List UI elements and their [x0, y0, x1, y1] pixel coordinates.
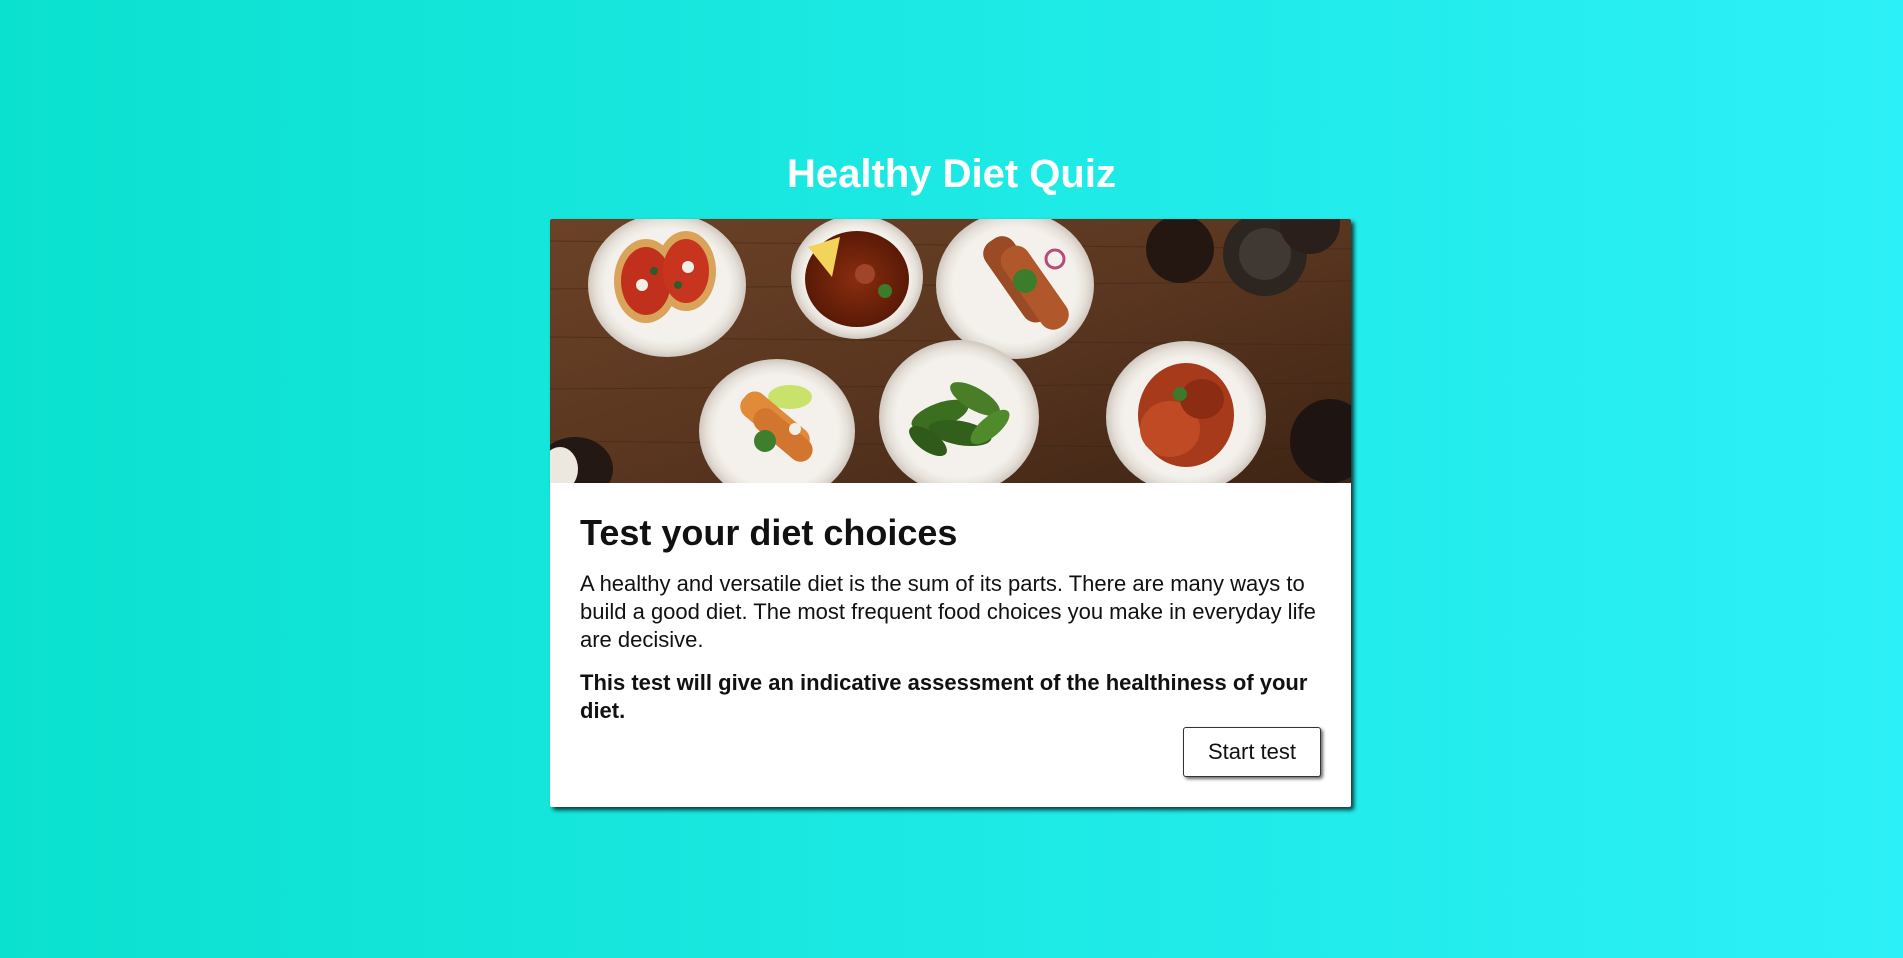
intro-paragraph: A healthy and versatile diet is the sum …: [580, 571, 1316, 652]
card-body: Test your diet choices A healthy and ver…: [580, 483, 1321, 725]
assessment-note: This test will give an indicative assess…: [580, 670, 1308, 723]
quiz-intro-card: Test your diet choices A healthy and ver…: [550, 219, 1351, 807]
start-test-button[interactable]: Start test: [1183, 727, 1321, 777]
hero-food-image: [550, 219, 1351, 483]
card-heading: Test your diet choices: [580, 512, 958, 553]
page-title: Healthy Diet Quiz: [787, 152, 1116, 196]
